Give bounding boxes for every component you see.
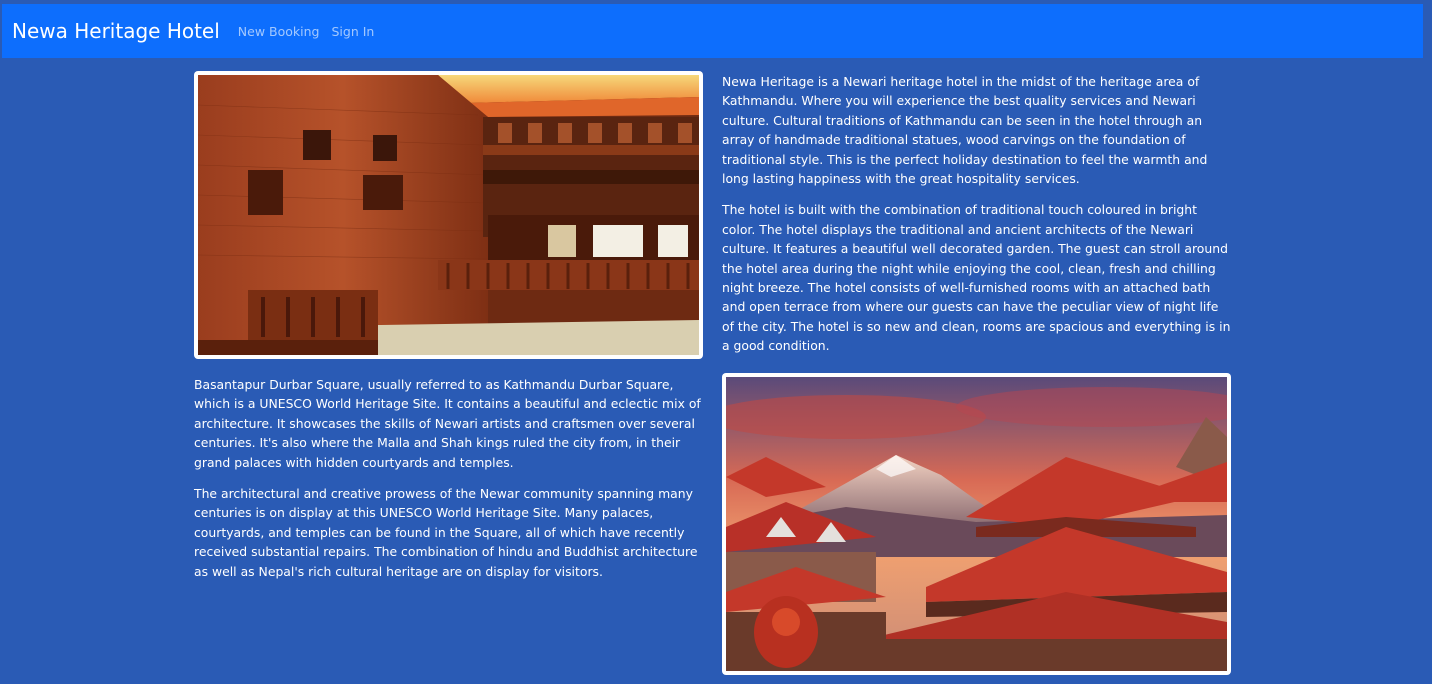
about-text: Newa Heritage is a Newari heritage hotel… — [722, 72, 1232, 368]
durbar-paragraph-1: Basantapur Durbar Square, usually referr… — [194, 377, 701, 470]
durbar-square-image — [722, 373, 1231, 675]
about-paragraph-1: Newa Heritage is a Newari heritage hotel… — [722, 74, 1208, 187]
about-paragraph-2: The hotel is built with the combination … — [722, 202, 1231, 354]
nav-link-new-booking[interactable]: New Booking — [238, 24, 320, 39]
durbar-text: Basantapur Durbar Square, usually referr… — [194, 375, 704, 593]
navbar: Newa Heritage Hotel New Booking Sign In — [2, 4, 1423, 58]
hotel-courtyard-illustration — [198, 75, 699, 355]
navbar-brand[interactable]: Newa Heritage Hotel — [12, 19, 220, 43]
durbar-paragraph-2: The architectural and creative prowess o… — [194, 486, 698, 579]
hotel-courtyard-image — [194, 71, 703, 359]
durbar-square-illustration — [726, 377, 1227, 671]
nav-link-sign-in[interactable]: Sign In — [331, 24, 374, 39]
